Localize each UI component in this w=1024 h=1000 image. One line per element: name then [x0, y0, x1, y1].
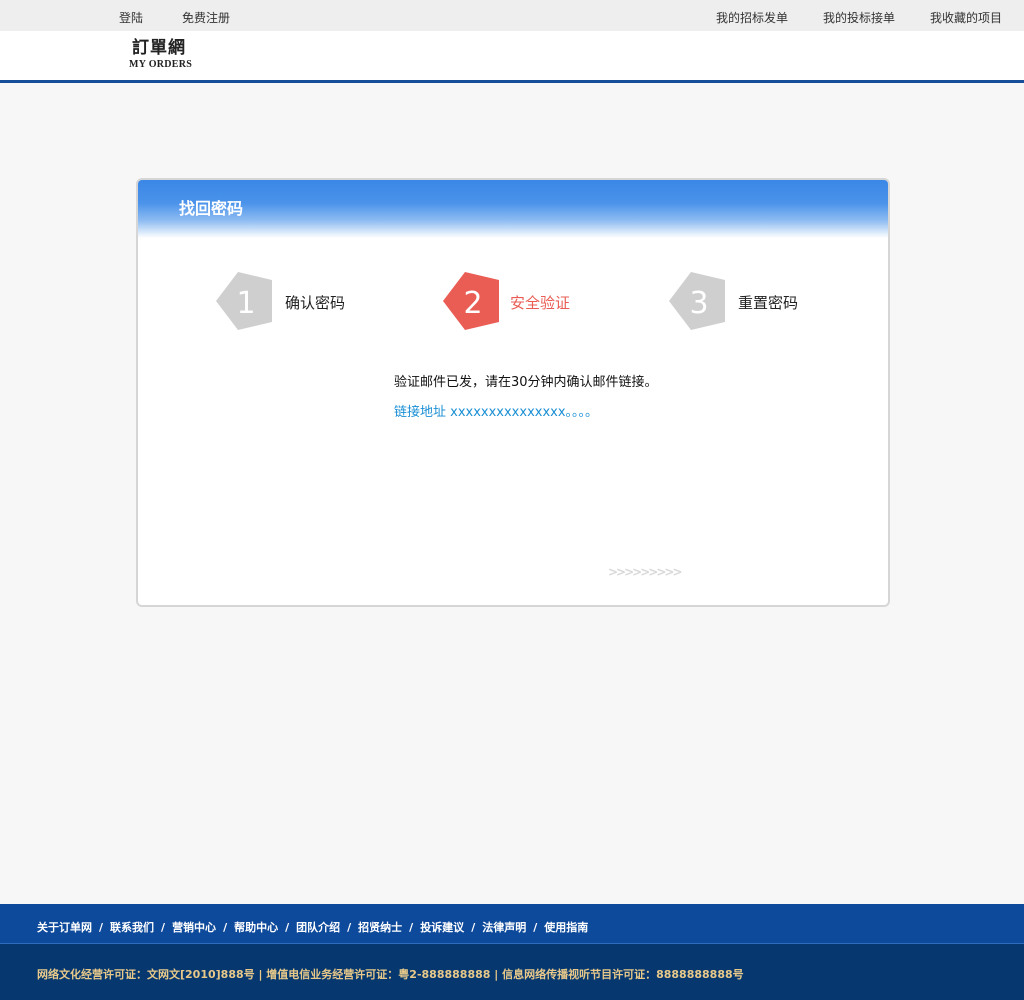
- footer-separator: /: [533, 921, 538, 934]
- footer-separator: /: [471, 921, 476, 934]
- footer-link-legal[interactable]: 法律声明: [482, 921, 526, 934]
- verification-message: 验证邮件已发，请在30分钟内确认邮件链接。: [394, 375, 658, 390]
- step-2-number: 2: [463, 286, 482, 321]
- logo-chinese-text: 訂單網: [132, 38, 186, 58]
- footer-separator: /: [223, 921, 228, 934]
- footer-license-bar: 网络文化经营许可证：文网文[2010]888号 | 增值电信业务经营许可证：粤2…: [0, 944, 1024, 1000]
- logo-english-text: MY ORDERS: [129, 59, 193, 70]
- card-title: 找回密码: [179, 199, 244, 218]
- register-link[interactable]: 免费注册: [182, 9, 230, 26]
- more-arrows-icon[interactable]: >>>>>>>>>: [608, 565, 682, 579]
- step-1-label: 确认密码: [285, 294, 346, 312]
- footer-link-complaints[interactable]: 投诉建议: [420, 921, 464, 934]
- footer-link-help[interactable]: 帮助中心: [234, 921, 278, 934]
- footer-link-contact[interactable]: 联系我们: [110, 921, 154, 934]
- login-link[interactable]: 登陆: [119, 9, 143, 26]
- step-3-label: 重置密码: [738, 294, 799, 312]
- footer-separator: /: [347, 921, 352, 934]
- footer-nav-items: 关于订单网 / 联系我们 / 营销中心 / 帮助中心 / 团队介绍 / 招贤纳士 / 投诉建议 / 法律声明…: [37, 919, 588, 935]
- site-header: 訂單網 MY ORDERS: [0, 31, 1024, 83]
- step-3-pentagon-icon: 3: [669, 272, 725, 330]
- footer-link-careers[interactable]: 招贤纳士: [358, 921, 402, 934]
- my-favorites-link[interactable]: 我收藏的项目: [930, 9, 1002, 26]
- site-logo[interactable]: 訂單網 MY ORDERS: [129, 39, 209, 75]
- footer-license-text: 网络文化经营许可证：文网文[2010]888号 | 增值电信业务经营许可证：粤2…: [37, 968, 744, 981]
- card-header: 找回密码: [138, 180, 888, 238]
- footer-separator: /: [285, 921, 290, 934]
- step-1-number: 1: [236, 286, 255, 321]
- footer-separator: /: [99, 921, 104, 934]
- verification-link[interactable]: 链接地址 xxxxxxxxxxxxxxx。。。。: [394, 401, 598, 420]
- footer-separator: /: [161, 921, 166, 934]
- my-bids-link[interactable]: 我的投标接单: [823, 9, 895, 26]
- footer-nav: 关于订单网 / 联系我们 / 营销中心 / 帮助中心 / 团队介绍 / 招贤纳士 / 投诉建议 / 法律声明…: [0, 904, 1024, 944]
- top-bar: 登陆 免费注册 我的招标发单 我的投标接单 我收藏的项目: [0, 0, 1024, 31]
- footer-link-marketing[interactable]: 营销中心: [172, 921, 216, 934]
- my-tenders-link[interactable]: 我的招标发单: [716, 9, 788, 26]
- password-recovery-card: 找回密码 1 确认密码 2 安全验证 3 重置密码 验证邮件已发，请在30分钟内…: [136, 178, 890, 607]
- step-2-label: 安全验证: [510, 294, 571, 312]
- step-2-pentagon-icon: 2: [443, 272, 499, 330]
- footer-link-guide[interactable]: 使用指南: [544, 921, 588, 934]
- step-3-number: 3: [689, 286, 708, 321]
- step-1-pentagon-icon: 1: [216, 272, 272, 330]
- footer-link-team[interactable]: 团队介绍: [296, 921, 340, 934]
- footer-separator: /: [409, 921, 414, 934]
- footer-link-about[interactable]: 关于订单网: [37, 921, 92, 934]
